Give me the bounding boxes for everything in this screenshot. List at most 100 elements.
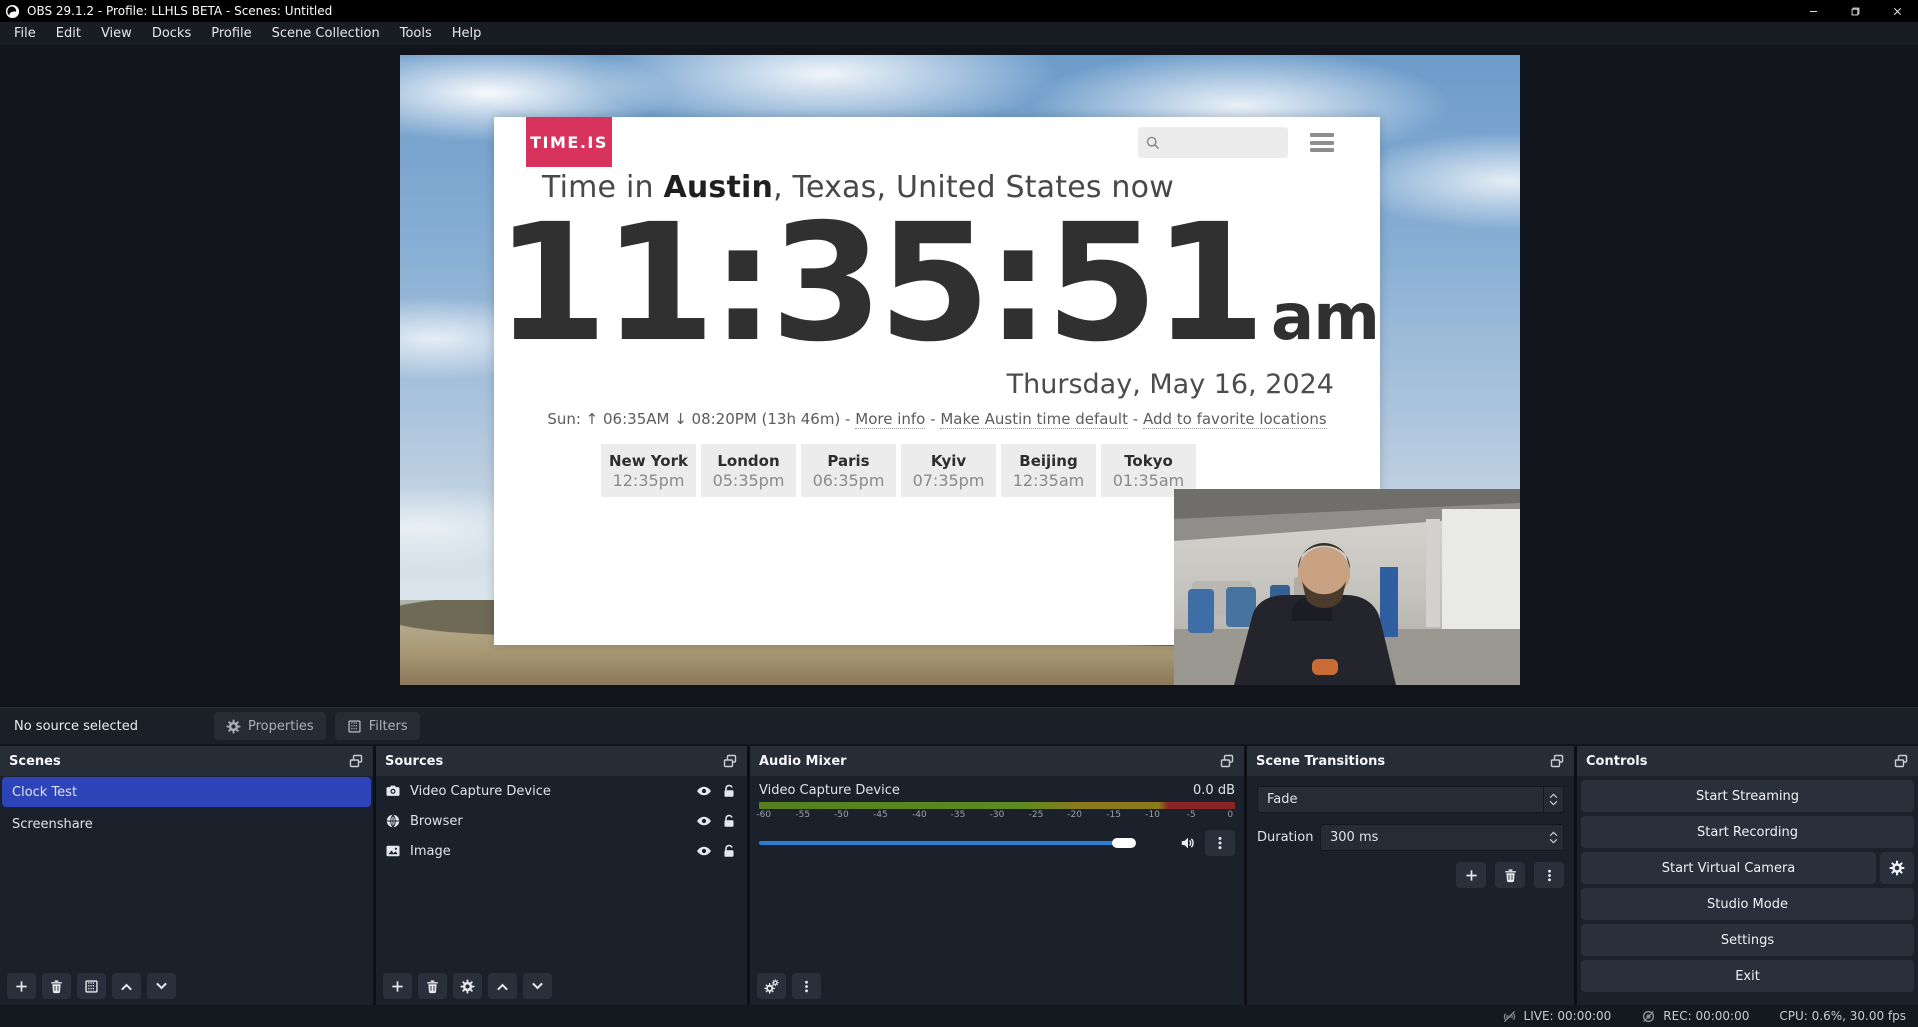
exit-button[interactable]: Exit: [1581, 960, 1914, 992]
scenes-panel: Scenes Clock Test Screenshare: [0, 746, 373, 1005]
select-spinner[interactable]: [1543, 787, 1563, 812]
source-move-up-button[interactable]: [488, 973, 517, 999]
sources-panel: Sources Video Capture Device Browser Ima…: [376, 746, 747, 1005]
visibility-toggle[interactable]: [696, 813, 712, 829]
city-box: Beijing12:35am: [1001, 444, 1096, 497]
duration-input[interactable]: 300 ms: [1320, 824, 1564, 851]
plus-icon: [390, 979, 405, 994]
camera-icon: [385, 783, 401, 799]
city-box: New York12:35pm: [601, 444, 696, 497]
city-box: London05:35pm: [701, 444, 796, 497]
chevron-down-icon: [530, 979, 545, 994]
start-streaming-button[interactable]: Start Streaming: [1581, 780, 1914, 812]
source-row-video-capture[interactable]: Video Capture Device: [376, 776, 747, 806]
menu-file[interactable]: File: [4, 22, 46, 45]
globe-icon: [385, 813, 401, 829]
plus-icon: [1464, 868, 1479, 883]
lock-toggle[interactable]: [721, 813, 737, 829]
program-video-frame[interactable]: TIME.IS Time in Austin, Texas, United St…: [400, 55, 1520, 685]
trash-icon: [1503, 868, 1518, 883]
chevron-up-icon: [495, 979, 510, 994]
dock-panels: Scenes Clock Test Screenshare Sources Vi…: [0, 746, 1918, 1005]
search-icon: [1145, 135, 1161, 151]
lock-toggle[interactable]: [721, 843, 737, 859]
timeis-date: Thursday, May 16, 2024: [1007, 369, 1334, 400]
kebab-icon: [799, 979, 814, 994]
visibility-toggle[interactable]: [696, 843, 712, 859]
popout-icon[interactable]: [1893, 753, 1909, 769]
meter-scale: -60 -55 -50 -45 -40 -35 -30 -25 -20 -15 …: [759, 810, 1235, 823]
timeis-search-box: [1138, 127, 1288, 158]
close-button[interactable]: [1876, 0, 1918, 22]
speaker-icon[interactable]: [1180, 835, 1196, 851]
more-info-link: More info: [855, 410, 925, 429]
scene-move-up-button[interactable]: [112, 973, 141, 999]
transition-select[interactable]: Fade: [1257, 786, 1564, 813]
chevron-up-icon: [119, 979, 134, 994]
advanced-audio-button[interactable]: [757, 973, 786, 999]
controls-title: Controls: [1586, 754, 1647, 769]
rec-off-icon: [1641, 1009, 1656, 1024]
source-status-text: No source selected: [14, 719, 214, 734]
scene-item-clock-test[interactable]: Clock Test: [2, 777, 371, 807]
mixer-options-button[interactable]: [1205, 830, 1235, 856]
timeis-logo: TIME.IS: [526, 117, 612, 167]
volume-slider[interactable]: [759, 834, 1171, 852]
menu-profile[interactable]: Profile: [201, 22, 261, 45]
duration-spinner[interactable]: [1543, 831, 1563, 844]
popout-icon[interactable]: [1549, 753, 1565, 769]
menu-tools[interactable]: Tools: [390, 22, 442, 45]
remove-source-button[interactable]: [418, 973, 447, 999]
clock-time: 11:35:51: [495, 203, 1261, 365]
minimize-button[interactable]: [1792, 0, 1834, 22]
popout-icon[interactable]: [722, 753, 738, 769]
webcam-overlay[interactable]: [1174, 489, 1520, 685]
add-scene-button[interactable]: [7, 973, 36, 999]
properties-button[interactable]: Properties: [214, 712, 326, 740]
remove-scene-button[interactable]: [42, 973, 71, 999]
mixer-level-db: 0.0 dB: [1193, 783, 1235, 798]
menu-docks[interactable]: Docks: [142, 22, 201, 45]
scene-move-down-button[interactable]: [147, 973, 176, 999]
scene-transitions-panel: Scene Transitions Fade Duration 300 ms: [1247, 746, 1574, 1005]
source-properties-button[interactable]: [453, 973, 482, 999]
restore-button[interactable]: [1834, 0, 1876, 22]
volume-meter: [759, 802, 1235, 809]
menu-view[interactable]: View: [91, 22, 142, 45]
obs-logo-icon: [5, 4, 20, 19]
mixer-menu-button[interactable]: [792, 973, 821, 999]
live-status: LIVE: 00:00:00: [1502, 1009, 1612, 1024]
transition-options-button[interactable]: [1534, 862, 1564, 888]
image-icon: [385, 843, 401, 859]
filters-button[interactable]: Filters: [335, 712, 420, 740]
scene-filters-button[interactable]: [77, 973, 106, 999]
scene-item-screenshare[interactable]: Screenshare: [2, 809, 371, 839]
remove-transition-button[interactable]: [1495, 862, 1525, 888]
studio-mode-button[interactable]: Studio Mode: [1581, 888, 1914, 920]
lock-toggle[interactable]: [721, 783, 737, 799]
start-virtual-camera-button[interactable]: Start Virtual Camera: [1581, 852, 1876, 884]
gear-icon: [226, 719, 241, 734]
popout-icon[interactable]: [1219, 753, 1235, 769]
filter-icon: [347, 719, 362, 734]
source-row-image[interactable]: Image: [376, 836, 747, 866]
source-context-toolbar: No source selected Properties Filters: [0, 707, 1918, 744]
start-recording-button[interactable]: Start Recording: [1581, 816, 1914, 848]
visibility-toggle[interactable]: [696, 783, 712, 799]
source-row-browser[interactable]: Browser: [376, 806, 747, 836]
audio-mixer-panel: Audio Mixer Video Capture Device 0.0 dB …: [750, 746, 1244, 1005]
source-move-down-button[interactable]: [523, 973, 552, 999]
audio-mixer-title: Audio Mixer: [759, 754, 847, 769]
menu-edit[interactable]: Edit: [46, 22, 91, 45]
menu-help[interactable]: Help: [442, 22, 492, 45]
add-source-button[interactable]: [383, 973, 412, 999]
virtual-camera-settings-button[interactable]: [1880, 852, 1914, 884]
menu-bar: File Edit View Docks Profile Scene Colle…: [0, 22, 1918, 45]
settings-button[interactable]: Settings: [1581, 924, 1914, 956]
menu-scene-collection[interactable]: Scene Collection: [262, 22, 390, 45]
duration-label: Duration: [1257, 830, 1312, 845]
popout-icon[interactable]: [348, 753, 364, 769]
preview-canvas[interactable]: TIME.IS Time in Austin, Texas, United St…: [0, 45, 1918, 707]
volume-slider-handle[interactable]: [1112, 838, 1136, 848]
add-transition-button[interactable]: [1456, 862, 1486, 888]
